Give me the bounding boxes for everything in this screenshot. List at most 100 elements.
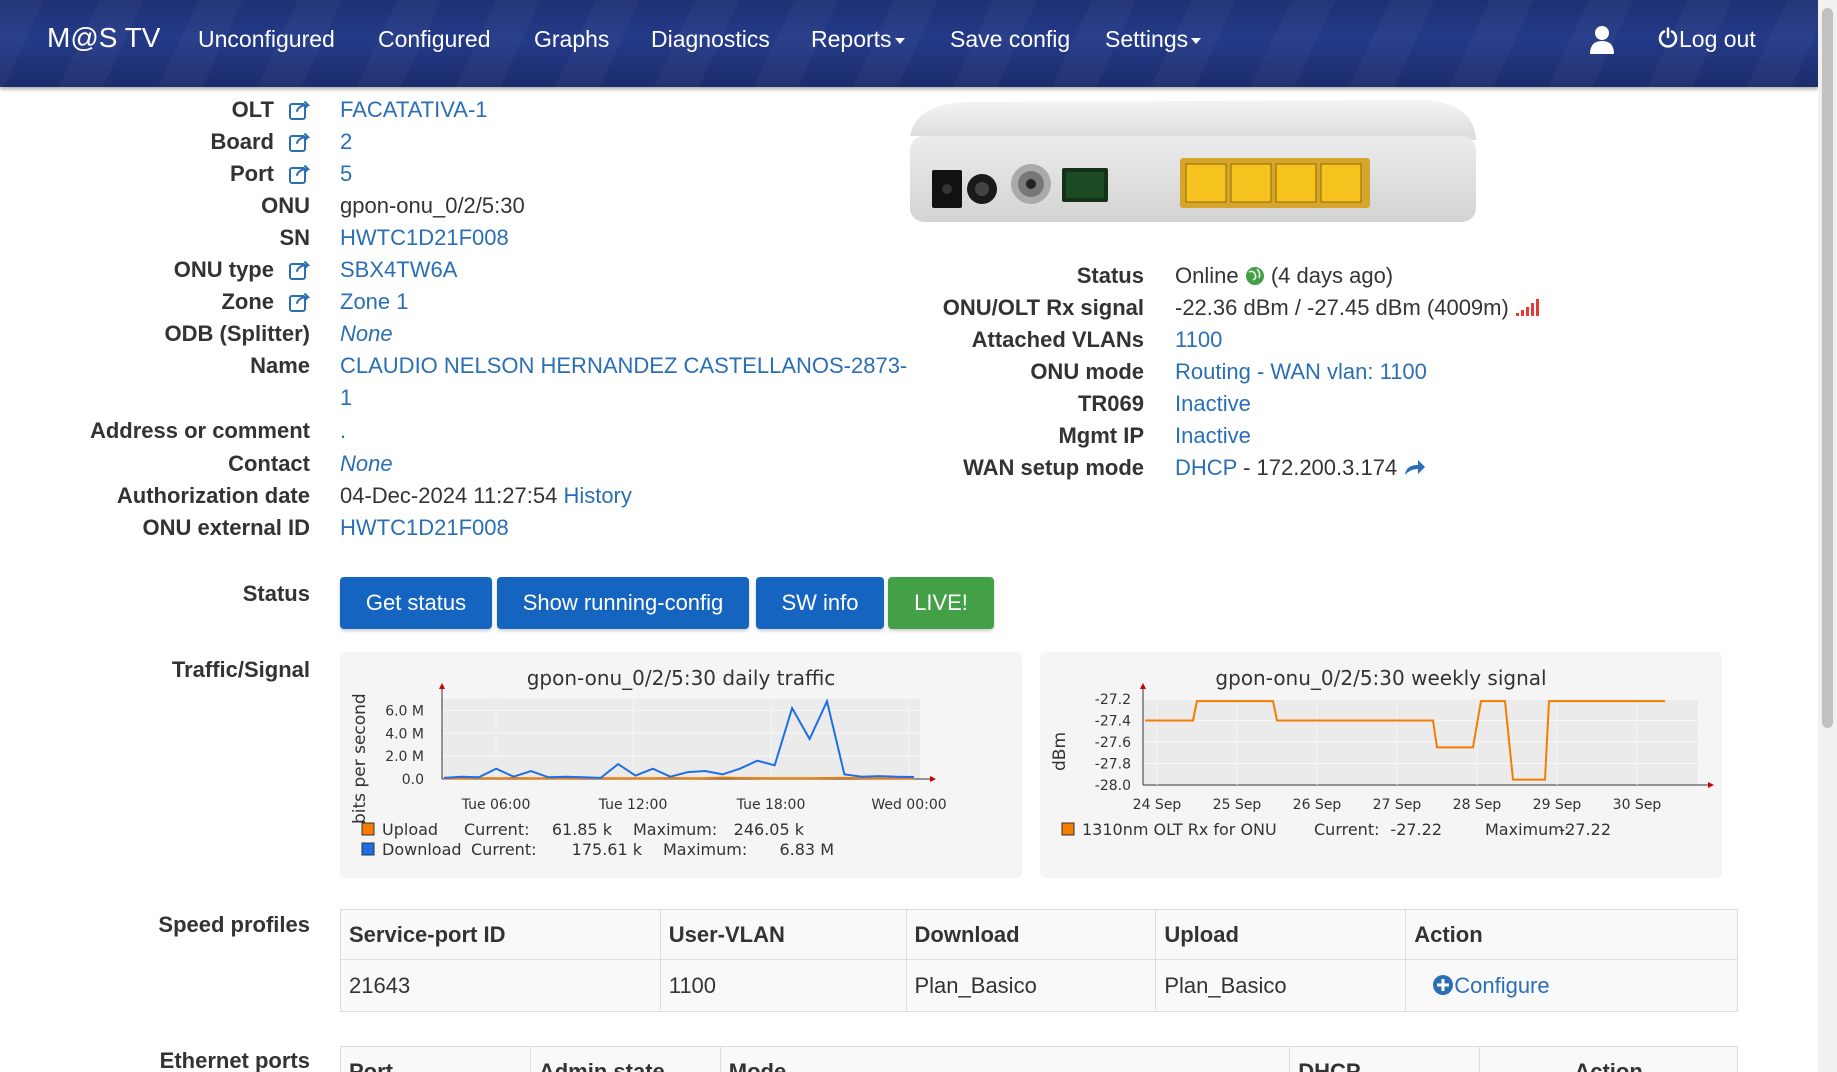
auth-date-value: 04-Dec-2024 11:27:54 History bbox=[340, 483, 632, 509]
x-tick-label: 29 Sep bbox=[1533, 797, 1582, 813]
nav-settings[interactable]: Settings bbox=[1105, 26, 1202, 53]
odb-value[interactable]: None bbox=[340, 321, 393, 347]
onu-value: gpon-onu_0/2/5:30 bbox=[340, 193, 525, 218]
signal-label: ONU/OLT Rx signal bbox=[942, 295, 1144, 320]
external-link-icon[interactable] bbox=[289, 292, 311, 312]
col-service-port-id: Service-port ID bbox=[340, 909, 661, 960]
legend-max-label: Maximum: bbox=[1485, 820, 1569, 839]
y-tick-label: -27.8 bbox=[1095, 757, 1131, 773]
ext-id-label: ONU external ID bbox=[142, 515, 311, 540]
col-download: Download bbox=[905, 909, 1157, 960]
legend-name: Upload bbox=[382, 820, 438, 839]
name-value-continued[interactable]: 1 bbox=[340, 385, 352, 411]
legend-swatch bbox=[361, 842, 375, 856]
x-tick-label: Tue 06:00 bbox=[461, 797, 531, 813]
address-value[interactable]: . bbox=[340, 418, 346, 444]
contact-value[interactable]: None bbox=[340, 451, 393, 477]
external-link-icon[interactable] bbox=[289, 164, 311, 184]
address-label: Address or comment bbox=[89, 418, 310, 443]
live-button[interactable]: LIVE! bbox=[888, 577, 994, 629]
external-link-icon[interactable] bbox=[289, 260, 311, 280]
legend-max-label: Maximum: bbox=[663, 840, 747, 859]
logout-button[interactable]: Log out bbox=[1657, 26, 1756, 53]
status-value: Online (4 days ago) bbox=[1175, 263, 1393, 289]
zone-value[interactable]: Zone 1 bbox=[340, 289, 409, 315]
wan-mode-label: WAN setup mode bbox=[963, 455, 1144, 480]
get-status-button[interactable]: Get status bbox=[340, 577, 492, 629]
board-value[interactable]: 2 bbox=[340, 129, 352, 155]
name-label: Name bbox=[250, 353, 310, 378]
scrollbar-thumb[interactable] bbox=[1822, 8, 1833, 728]
nav-reports[interactable]: Reports bbox=[811, 26, 905, 53]
olt-label: OLT bbox=[231, 97, 274, 122]
history-link[interactable]: History bbox=[563, 483, 631, 508]
nav-graphs[interactable]: Graphs bbox=[534, 26, 609, 53]
x-axis-arrow bbox=[930, 776, 936, 782]
nav-save-config[interactable]: Save config bbox=[950, 26, 1070, 53]
x-axis-arrow bbox=[1708, 782, 1714, 788]
port-value[interactable]: 5 bbox=[340, 161, 352, 187]
x-tick-label: 30 Sep bbox=[1613, 797, 1662, 813]
sw-info-button[interactable]: SW info bbox=[756, 577, 884, 629]
nav-configured[interactable]: Configured bbox=[378, 26, 491, 53]
signal-value: -22.36 dBm / -27.45 dBm (4009m) bbox=[1175, 295, 1539, 321]
y-tick-label: 4.0 M bbox=[385, 726, 424, 742]
name-value[interactable]: CLAUDIO NELSON HERNANDEZ CASTELLANOS-287… bbox=[340, 353, 907, 379]
external-link-icon[interactable] bbox=[289, 100, 311, 120]
vlans-value[interactable]: 1100 bbox=[1175, 327, 1222, 353]
col-upload: Upload bbox=[1155, 909, 1407, 960]
mgmt-ip-value[interactable]: Inactive bbox=[1175, 423, 1251, 449]
y-axis-arrow bbox=[439, 683, 445, 689]
signal-text: -22.36 dBm / -27.45 dBm (4009m) bbox=[1175, 295, 1509, 320]
legend-current-value: 175.61 k bbox=[572, 840, 643, 859]
configure-label: Configure bbox=[1454, 972, 1550, 998]
ext-id-value[interactable]: HWTC1D21F008 bbox=[340, 515, 509, 541]
signal-chart: gpon-onu_0/2/5:30 weekly signal dBm -28.0 -… bbox=[1050, 666, 1714, 839]
onu-mode-value[interactable]: Routing - WAN vlan: 1100 bbox=[1175, 359, 1427, 385]
status-ago: (4 days ago) bbox=[1270, 263, 1394, 288]
table-header-row: Service-port ID User-VLAN Download Uploa… bbox=[340, 909, 1738, 960]
auth-date-text: 04-Dec-2024 11:27:54 bbox=[340, 483, 558, 508]
logout-label: Log out bbox=[1679, 26, 1756, 52]
nav-settings-label: Settings bbox=[1105, 26, 1189, 52]
daily-traffic-graph[interactable]: gpon-onu_0/2/5:30 daily traffic bits per … bbox=[340, 652, 1022, 878]
plot-area bbox=[442, 699, 920, 779]
traffic-signal-label: Traffic/Signal bbox=[171, 657, 310, 682]
nav-diagnostics[interactable]: Diagnostics bbox=[651, 26, 770, 53]
tr069-value[interactable]: Inactive bbox=[1175, 391, 1251, 417]
chart-title: gpon-onu_0/2/5:30 daily traffic bbox=[527, 666, 836, 690]
y-tick-label: -27.6 bbox=[1095, 735, 1131, 751]
x-tick-label: Wed 00:00 bbox=[871, 797, 946, 813]
onu-label: ONU bbox=[261, 193, 310, 218]
olt-value[interactable]: FACATATIVA-1 bbox=[340, 97, 488, 123]
weekly-signal-graph[interactable]: gpon-onu_0/2/5:30 weekly signal dBm -28.0 -… bbox=[1040, 652, 1722, 878]
legend-current-label: Current: bbox=[471, 840, 536, 859]
col-mode: Mode bbox=[719, 1046, 1291, 1072]
x-tick-label: Tue 12:00 bbox=[598, 797, 668, 813]
user-icon[interactable] bbox=[1589, 25, 1615, 55]
onu-device-image bbox=[910, 100, 1476, 222]
y-tick-label: -27.4 bbox=[1095, 714, 1131, 730]
onu-type-value[interactable]: SBX4TW6A bbox=[340, 257, 457, 283]
legend-swatch bbox=[1061, 822, 1075, 836]
y-tick-label: -28.0 bbox=[1095, 778, 1131, 794]
nav-unconfigured[interactable]: Unconfigured bbox=[198, 26, 335, 53]
status-text: Online bbox=[1175, 263, 1239, 288]
vertical-scrollbar[interactable] bbox=[1818, 0, 1837, 1072]
share-arrow-icon[interactable] bbox=[1403, 457, 1427, 477]
y-axis-arrow bbox=[1140, 683, 1146, 689]
legend-max-value: 246.05 k bbox=[734, 820, 805, 839]
cell-service-port-id: 21643 bbox=[340, 959, 661, 1012]
show-running-config-button[interactable]: Show running-config bbox=[497, 577, 749, 629]
legend-current-label: Current: bbox=[1314, 820, 1379, 839]
wan-ip: - 172.200.3.174 bbox=[1236, 455, 1398, 480]
brand-logo[interactable]: M@S TV bbox=[47, 22, 160, 54]
traffic-chart: gpon-onu_0/2/5:30 daily traffic bits per … bbox=[350, 666, 947, 859]
configure-link[interactable]: Configure bbox=[1432, 972, 1550, 998]
table-header-row: Port Admin state Mode DHCP Action bbox=[340, 1046, 1738, 1072]
legend-max-value: 6.83 M bbox=[779, 840, 834, 859]
external-link-icon[interactable] bbox=[289, 132, 311, 152]
wan-dhcp-link[interactable]: DHCP bbox=[1175, 455, 1237, 480]
sn-value[interactable]: HWTC1D21F008 bbox=[340, 225, 509, 251]
tr069-label: TR069 bbox=[1077, 391, 1144, 416]
